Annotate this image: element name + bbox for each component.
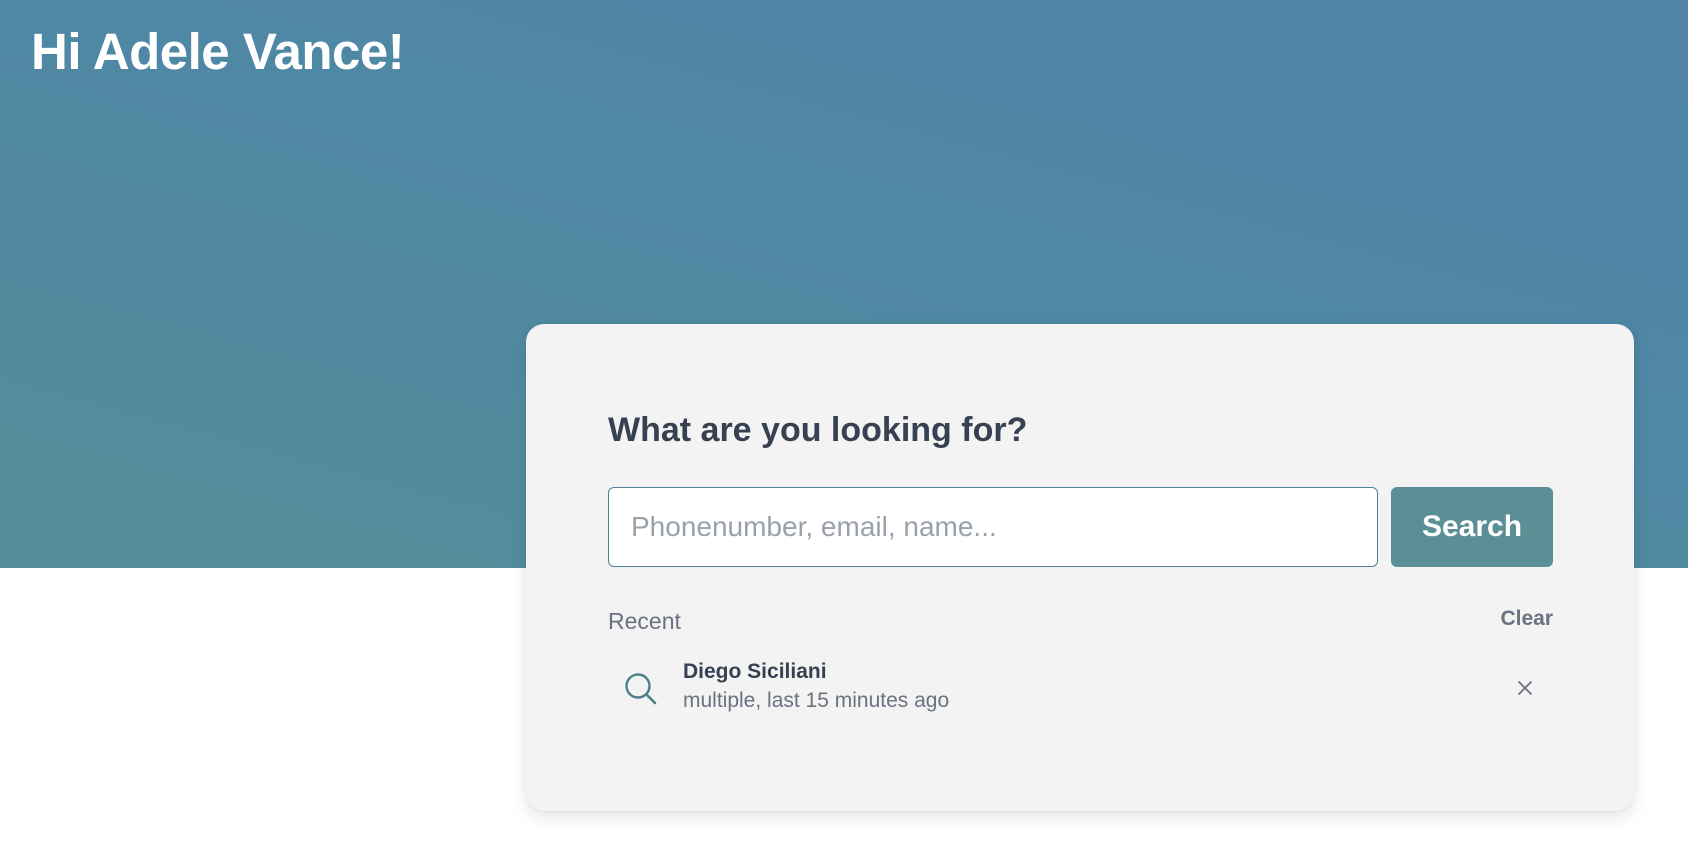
recent-label: Recent: [608, 608, 681, 634]
page: Hi Adele Vance! What are you looking for…: [0, 0, 1688, 856]
close-icon[interactable]: [1515, 678, 1535, 698]
recent-search-item[interactable]: Diego Siciliani multiple, last 15 minute…: [608, 654, 1553, 722]
clear-recent-button[interactable]: Clear: [1500, 604, 1553, 634]
recent-item-name: Diego Siciliani: [683, 660, 827, 683]
search-card: What are you looking for? Search Recent …: [526, 324, 1634, 811]
search-icon: [622, 670, 660, 708]
search-card-title: What are you looking for?: [608, 411, 1028, 449]
search-button[interactable]: Search: [1391, 487, 1553, 567]
search-input[interactable]: [608, 487, 1378, 567]
greeting-heading: Hi Adele Vance!: [31, 23, 405, 80]
recent-item-meta: multiple, last 15 minutes ago: [683, 689, 950, 712]
